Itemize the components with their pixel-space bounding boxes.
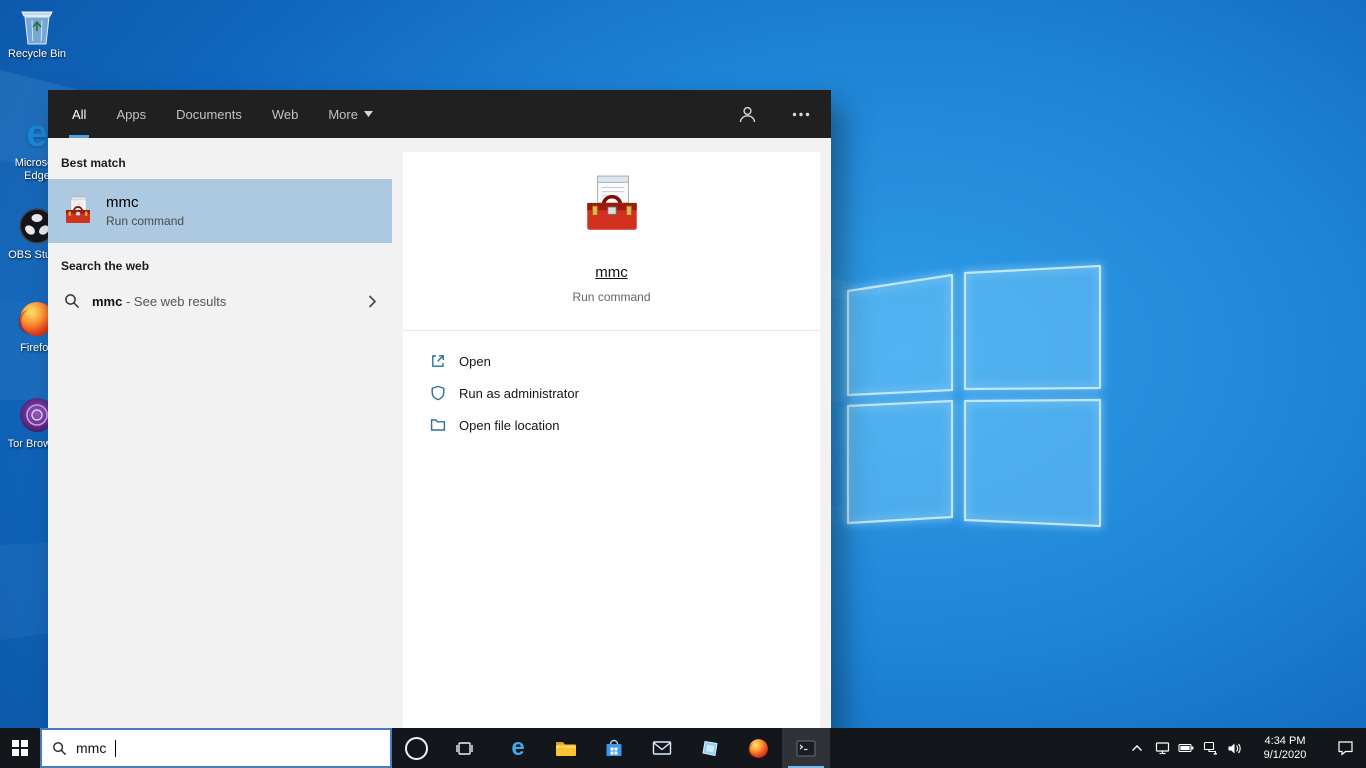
action-run-as-administrator[interactable]: Run as administrator: [430, 377, 793, 409]
taskbar-clock[interactable]: 4:34 PM 9/1/2020: [1246, 728, 1324, 768]
network-ethernet-icon: [1203, 741, 1217, 755]
system-tray: 4:34 PM 9/1/2020: [1124, 728, 1366, 768]
open-icon: [432, 355, 444, 367]
store-icon: [606, 739, 622, 756]
taskbar-edge-button[interactable]: e: [494, 728, 542, 768]
taskbar-file-explorer-button[interactable]: [542, 728, 590, 768]
monitor-icon: [1155, 742, 1169, 755]
command-prompt-icon: [796, 740, 816, 756]
tray-monitor-button[interactable]: [1150, 728, 1174, 768]
best-match-subtitle: Run command: [106, 214, 185, 228]
chevron-down-icon: [363, 111, 373, 117]
tab-all[interactable]: All: [68, 90, 91, 138]
chevron-right-icon[interactable]: [368, 294, 376, 308]
tab-apps[interactable]: Apps: [116, 90, 146, 138]
volume-icon: [1228, 743, 1241, 753]
pinned-apps: e: [494, 728, 830, 768]
pinned-app-icon: [702, 740, 718, 757]
ellipsis-icon[interactable]: [789, 102, 813, 126]
mmc-app-icon-large: [586, 175, 637, 230]
search-input-value: mmc: [76, 740, 107, 756]
action-label: Open: [459, 353, 491, 369]
task-view-button[interactable]: [440, 728, 488, 768]
tray-battery-button[interactable]: [1174, 728, 1198, 768]
tab-documents[interactable]: Documents: [176, 90, 242, 138]
search-flyout: All Apps Documents Web More Best match m…: [48, 90, 831, 728]
tray-volume-button[interactable]: [1222, 728, 1246, 768]
hidden-icons-button[interactable]: [1124, 728, 1150, 768]
search-tabs-bar: All Apps Documents Web More: [48, 90, 831, 138]
best-match-title: mmc: [106, 194, 139, 211]
search-results: Best match mmc Run command Search the we…: [48, 138, 831, 728]
search-header-actions: [735, 102, 813, 126]
user-account-icon[interactable]: [735, 102, 759, 126]
file-explorer-icon: [556, 742, 576, 756]
shield-icon: [431, 385, 445, 401]
results-list: Best match mmc Run command Search the we…: [48, 138, 392, 728]
best-match-text: mmc Run command: [106, 194, 184, 228]
edge-icon: e: [511, 734, 525, 761]
preview-column: mmc Run command Open Run as administrato…: [392, 138, 831, 728]
text-caret: [115, 739, 117, 757]
action-label: Run as administrator: [459, 385, 579, 401]
preview-actions: Open Run as administrator Open file loca…: [403, 331, 820, 455]
preview-subtitle: Run command: [572, 290, 651, 304]
windows-start-icon: [12, 740, 28, 756]
clock-date: 9/1/2020: [1263, 749, 1307, 761]
task-view-icon: [455, 741, 473, 755]
taskbar-store-button[interactable]: [590, 728, 638, 768]
tray-network-button[interactable]: [1198, 728, 1222, 768]
windows-logo: [846, 264, 1102, 528]
desktop-icon-recycle-bin[interactable]: Recycle Bin: [1, 5, 73, 61]
taskbar: mmc e 4:34 PM 9/1/2020: [0, 728, 1366, 768]
taskbar-firefox-button[interactable]: [734, 728, 782, 768]
taskbar-search-box[interactable]: mmc: [40, 728, 392, 768]
search-tabs: All Apps Documents Web More: [68, 90, 373, 138]
taskbar-pinned-app-button[interactable]: [686, 728, 734, 768]
recycle-bin-icon: [17, 5, 57, 45]
action-open[interactable]: Open: [430, 345, 793, 377]
desktop-icon-label: Recycle Bin: [7, 48, 67, 60]
tab-web[interactable]: Web: [272, 90, 299, 138]
preview-title: mmc: [595, 264, 628, 281]
tab-more[interactable]: More: [328, 90, 373, 138]
search-web-header: Search the web: [61, 259, 150, 273]
clock-time: 4:34 PM: [1264, 735, 1306, 747]
action-center-icon: [1337, 741, 1353, 756]
taskbar-mail-button[interactable]: [638, 728, 686, 768]
cortana-button[interactable]: [392, 728, 440, 768]
chevron-up-icon: [1132, 745, 1142, 751]
mmc-app-icon: [66, 196, 90, 223]
action-label: Open file location: [459, 417, 560, 433]
best-match-result[interactable]: mmc Run command: [48, 179, 392, 243]
mail-icon: [652, 741, 672, 755]
preview-panel: mmc Run command Open Run as administrato…: [403, 152, 820, 728]
best-match-header: Best match: [61, 156, 126, 170]
taskbar-command-prompt-button[interactable]: [782, 728, 830, 768]
action-center-button[interactable]: [1324, 728, 1366, 768]
search-icon: [53, 741, 67, 755]
action-open-file-location[interactable]: Open file location: [430, 409, 793, 441]
start-button[interactable]: [0, 728, 40, 768]
web-result-text: mmc - See web results: [92, 293, 227, 309]
web-search-result[interactable]: mmc - See web results: [48, 282, 392, 320]
desktop: Recycle Bin e Microsoft Edge OBS Studio: [0, 0, 1366, 768]
folder-icon: [430, 419, 446, 431]
search-icon: [65, 294, 80, 309]
firefox-icon: [747, 738, 768, 758]
battery-icon: [1178, 743, 1194, 753]
cortana-icon: [404, 736, 428, 760]
